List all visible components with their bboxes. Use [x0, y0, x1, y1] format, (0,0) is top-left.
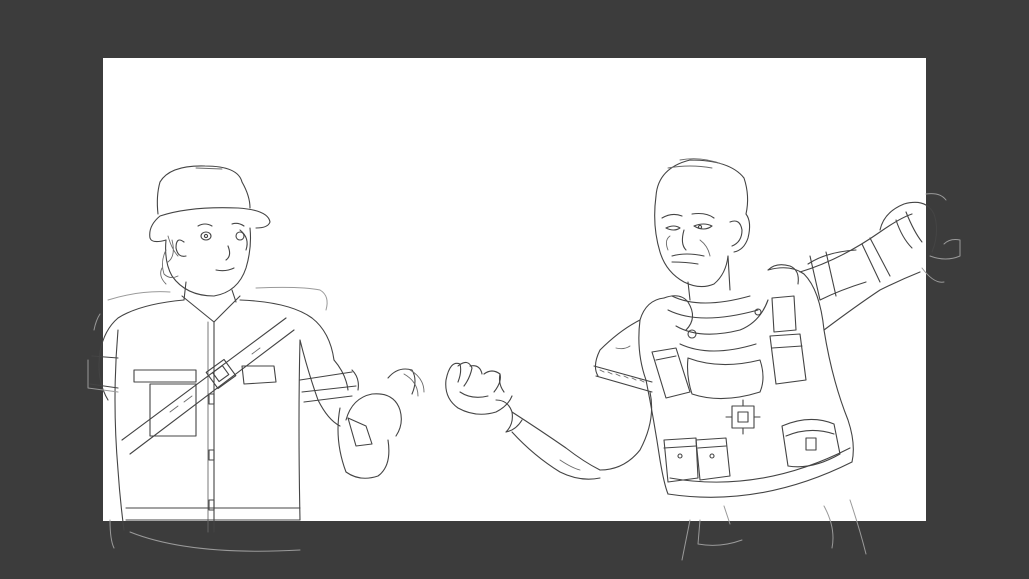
figure-left-bucket-hat	[87, 165, 425, 552]
line-art-sketch	[87, 158, 961, 561]
figure-right-tactical-vest	[593, 158, 961, 561]
figure-right-open-hand	[445, 361, 601, 480]
drawing-workspace[interactable]	[0, 0, 1029, 579]
